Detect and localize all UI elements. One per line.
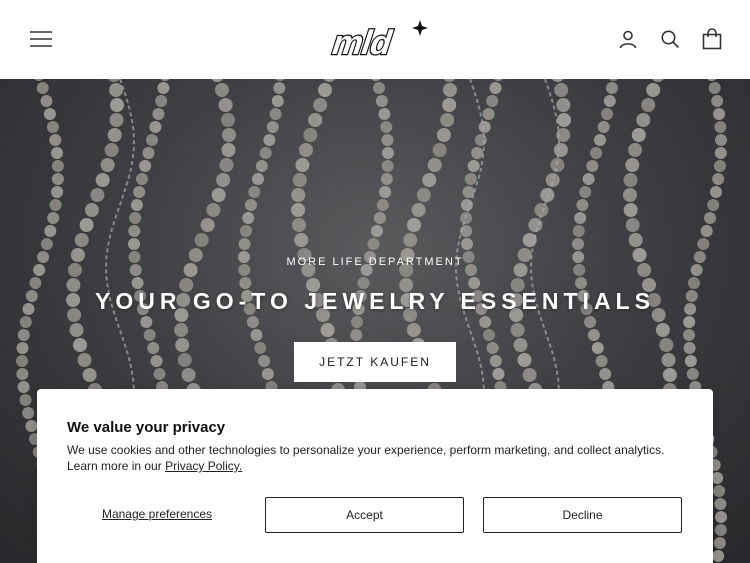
cookie-text: We use cookies and other technologies to… [67,443,665,473]
manage-preferences-link[interactable]: Manage preferences [87,497,227,531]
hero-title: YOUR GO-TO JEWELRY ESSENTIALS [95,288,655,314]
cookie-title: We value your privacy [67,419,226,436]
shop-now-button[interactable]: JETZT KAUFEN [294,342,456,382]
brand-logo[interactable]: mld [322,16,430,62]
decline-button[interactable]: Decline [483,497,682,533]
privacy-policy-link[interactable]: Privacy Policy. [165,459,242,473]
search-icon[interactable] [658,26,682,52]
cookie-description: We use cookies and other technologies to… [67,442,687,474]
account-icon[interactable] [616,26,640,52]
hamburger-menu-icon[interactable] [28,27,54,51]
accept-button[interactable]: Accept [265,497,464,533]
site-header: mld [0,0,750,79]
hero-subtitle: MORE LIFE DEPARTMENT [286,256,464,268]
header-icons [616,26,724,52]
cart-icon[interactable] [700,26,724,52]
cookie-banner: We value your privacy We use cookies and… [37,389,713,563]
logo-text: mld [327,24,397,62]
